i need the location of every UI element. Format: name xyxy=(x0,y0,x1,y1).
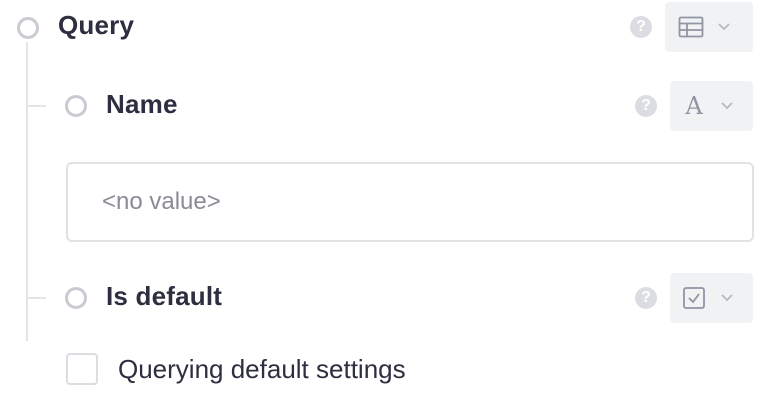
name-node-circle[interactable] xyxy=(65,95,87,117)
name-input-box[interactable] xyxy=(66,162,754,242)
name-input[interactable] xyxy=(100,187,752,217)
is-default-help-icon[interactable]: ? xyxy=(635,287,657,309)
default-settings-checkbox[interactable] xyxy=(66,353,98,385)
chevron-down-icon xyxy=(716,101,738,111)
checkbox-type-icon xyxy=(678,286,710,310)
chevron-down-icon xyxy=(713,22,735,32)
default-settings-checkbox-label[interactable]: Querying default settings xyxy=(118,354,406,385)
tree-connector-name xyxy=(28,105,46,107)
query-label: Query xyxy=(58,10,135,40)
table-icon xyxy=(675,16,707,38)
name-label: Name xyxy=(106,89,178,119)
name-help-icon[interactable]: ? xyxy=(635,95,657,117)
query-node-circle[interactable] xyxy=(17,17,39,39)
chevron-down-icon xyxy=(716,293,738,303)
name-type-dropdown[interactable]: A xyxy=(670,81,753,131)
tree-connector-is-default xyxy=(28,297,46,299)
is-default-label: Is default xyxy=(106,281,223,311)
query-help-icon[interactable]: ? xyxy=(630,16,652,38)
query-type-dropdown[interactable] xyxy=(665,2,753,52)
text-type-glyph: A xyxy=(685,92,703,120)
is-default-type-dropdown[interactable] xyxy=(670,273,753,323)
is-default-node-circle[interactable] xyxy=(65,287,87,309)
text-type-icon: A xyxy=(678,92,710,120)
